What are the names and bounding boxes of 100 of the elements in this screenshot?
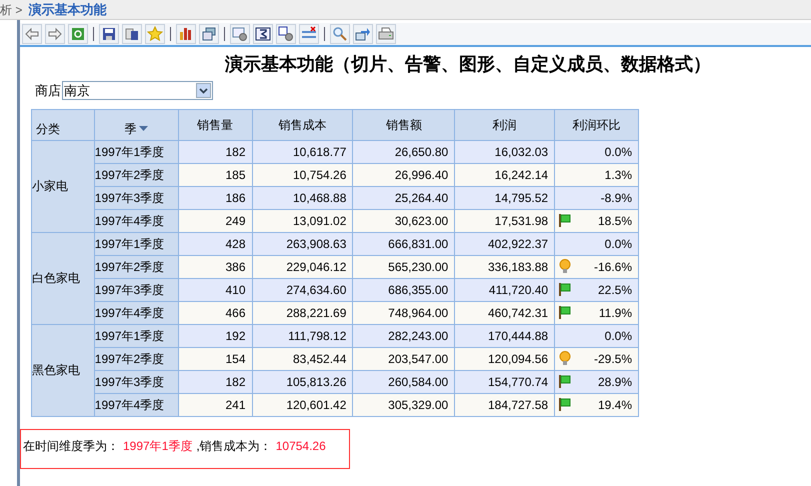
table-cell-text: 18.5% xyxy=(598,212,632,230)
table-cell-text: 22.5% xyxy=(598,282,632,298)
table-cell: 186 xyxy=(178,186,252,209)
forward-arrow-icon xyxy=(47,26,63,42)
quarter-cell: 1997年2季度 xyxy=(94,255,178,278)
bar-chart-icon xyxy=(178,26,194,42)
table-cell: 10,754.26 xyxy=(252,163,353,186)
table-cell: 410 xyxy=(178,278,252,301)
column-header[interactable]: 分类 xyxy=(32,109,94,140)
table-cell: 154 xyxy=(178,347,252,370)
quarter-cell: 1997年3季度 xyxy=(94,186,178,209)
table-cell: 748,964.00 xyxy=(352,301,455,324)
column-header[interactable]: 销售额 xyxy=(352,109,455,140)
category-cell: 白色家电 xyxy=(32,232,94,324)
light-bulb-icon xyxy=(559,351,572,366)
table-cell-text: 0.0% xyxy=(604,328,632,344)
table-cell: 249 xyxy=(178,209,252,232)
toolbar-button[interactable] xyxy=(176,24,196,44)
table-cell: 241 xyxy=(178,393,252,416)
column-header[interactable]: 销售成本 xyxy=(252,109,353,140)
table-cell-text: -29.5% xyxy=(594,350,632,368)
windows-icon xyxy=(201,26,217,42)
table-cell-text: 11.9% xyxy=(598,304,632,322)
table-cell: 229,046.12 xyxy=(252,255,353,278)
table-cell: 13,091.02 xyxy=(252,209,353,232)
table-cell: 26,996.40 xyxy=(352,163,455,186)
table-cell: 402,922.37 xyxy=(454,232,555,255)
toolbar-button[interactable] xyxy=(99,24,119,44)
table-cell: 428 xyxy=(178,232,252,255)
toolbar-button[interactable] xyxy=(253,24,273,44)
save-as-icon xyxy=(124,26,140,42)
flag-icon xyxy=(559,306,572,319)
quarter-cell: 1997年1季度 xyxy=(94,324,178,347)
table-cell: 26,650.80 xyxy=(352,140,455,163)
table-cell: 10,618.77 xyxy=(252,140,353,163)
table-cell: 411,720.40 xyxy=(454,278,555,301)
light-bulb-icon xyxy=(559,259,572,274)
table-cell: 14,795.52 xyxy=(454,186,555,209)
quarter-cell: 1997年4季度 xyxy=(94,393,178,416)
table-cell-text: 19.4% xyxy=(598,396,632,414)
table-cell: 184,727.58 xyxy=(454,393,555,416)
breadcrumb-current: 演示基本功能 xyxy=(28,0,106,19)
table-cell-text: 0.0% xyxy=(604,144,632,160)
table-cell: 185 xyxy=(178,163,252,186)
toolbar-button[interactable] xyxy=(353,24,373,44)
table-cell: 260,584.00 xyxy=(352,370,455,393)
table-cell: 120,601.42 xyxy=(252,393,353,416)
category-cell: 小家电 xyxy=(32,140,94,232)
table-cell: 25,264.40 xyxy=(352,186,455,209)
table-cell: 182 xyxy=(178,370,252,393)
print-icon xyxy=(378,26,394,42)
table-cell: 30,623.00 xyxy=(352,209,455,232)
table-cell-text: -8.9% xyxy=(600,190,632,206)
table-cell: 263,908.63 xyxy=(252,232,353,255)
column-header[interactable]: 销售量 xyxy=(178,109,252,140)
store-dropdown[interactable]: 南京 xyxy=(62,81,213,100)
star-icon xyxy=(147,26,163,42)
breadcrumb-link[interactable]: 析 > xyxy=(0,0,22,18)
quarter-cell: 1997年4季度 xyxy=(94,301,178,324)
table-cell: 16,032.03 xyxy=(454,140,555,163)
table-cell: 666,831.00 xyxy=(352,232,455,255)
table-cell-text: 0.0% xyxy=(604,236,632,252)
table-cell: 460,742.31 xyxy=(454,301,555,324)
export-icon xyxy=(355,26,371,42)
toolbar-button[interactable] xyxy=(230,24,250,44)
toolbar-button[interactable] xyxy=(299,24,319,44)
table-cell: 120,094.56 xyxy=(454,347,555,370)
table-cell: 336,183.88 xyxy=(454,255,555,278)
table-cell-text: 28.9% xyxy=(598,374,632,390)
back-arrow-icon xyxy=(24,26,40,42)
table-cell: 305,329.00 xyxy=(352,393,455,416)
column-header[interactable]: 季 xyxy=(94,109,178,140)
dropdown-value: 南京 xyxy=(63,82,90,100)
table-cell: 17,531.98 xyxy=(454,209,555,232)
toolbar-button[interactable] xyxy=(276,24,296,44)
table-cell: 192 xyxy=(178,324,252,347)
column-header-text: 季 xyxy=(124,120,136,138)
quarter-cell: 1997年1季度 xyxy=(94,232,178,255)
refresh-icon xyxy=(70,26,86,42)
quarter-cell: 1997年2季度 xyxy=(94,347,178,370)
table-cell: 105,813.26 xyxy=(252,370,353,393)
sigma-icon xyxy=(255,26,271,42)
table-cell-text: 1.3% xyxy=(604,166,632,184)
table-cell: 282,243.00 xyxy=(352,324,455,347)
table-cell: 274,634.60 xyxy=(252,278,353,301)
toolbar-button[interactable] xyxy=(122,24,142,44)
table-cell: 288,221.69 xyxy=(252,301,353,324)
column-header[interactable]: 利润环比 xyxy=(554,109,638,140)
toolbar-button[interactable] xyxy=(199,24,219,44)
table-cell: 16,242.14 xyxy=(454,163,555,186)
table-cell: 386 xyxy=(178,255,252,278)
flag-icon xyxy=(559,214,572,227)
table-cell: 182 xyxy=(178,140,252,163)
sort-down-icon xyxy=(139,126,148,131)
table-cell: 170,444.88 xyxy=(454,324,555,347)
quarter-cell: 1997年3季度 xyxy=(94,278,178,301)
save-icon xyxy=(101,26,117,42)
table-cell: 154,770.74 xyxy=(454,370,555,393)
column-header[interactable]: 利润 xyxy=(454,109,555,140)
flag-icon xyxy=(559,398,572,411)
